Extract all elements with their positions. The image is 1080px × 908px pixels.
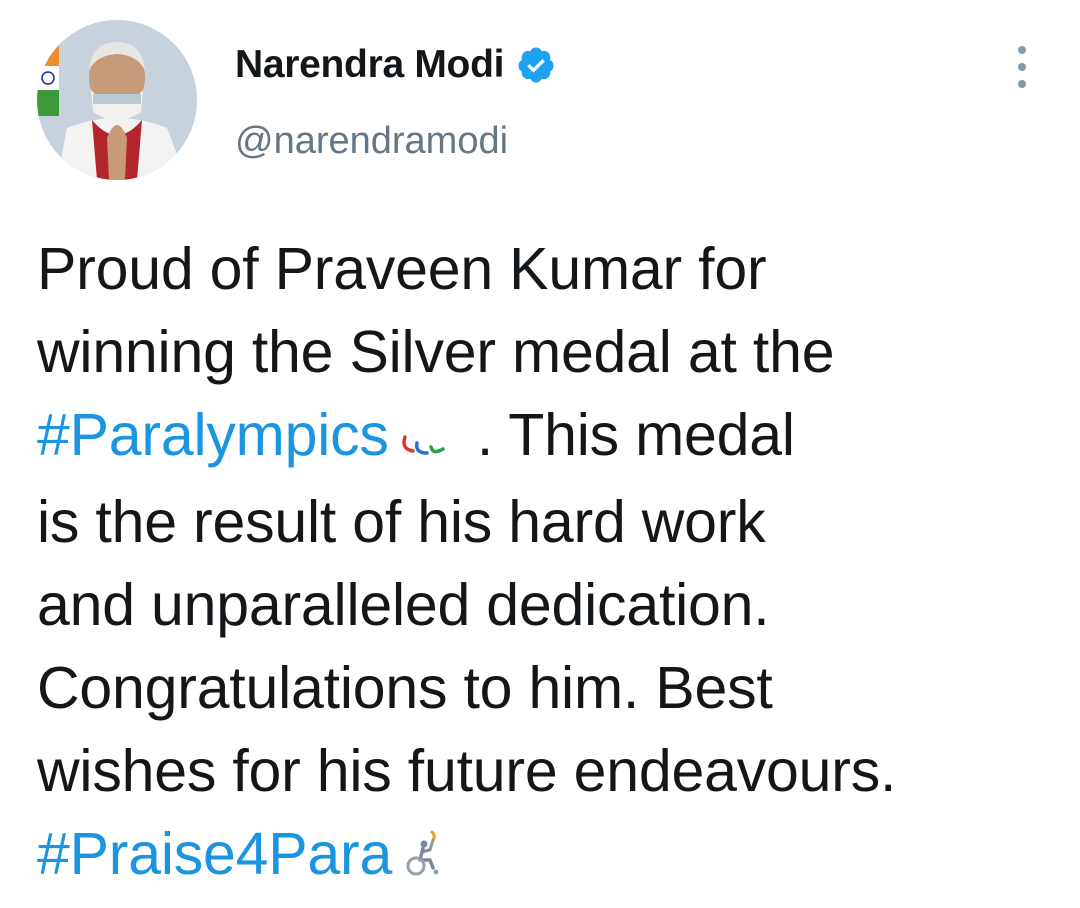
avatar-image (37, 20, 197, 180)
more-dot (1018, 46, 1026, 54)
hashtag-paralympics[interactable]: #Paralympics (37, 402, 389, 468)
tweet-line: Proud of Praveen Kumar for (37, 236, 767, 302)
author-handle[interactable]: @narendramodi (235, 120, 556, 163)
tweet-line: winning the Silver medal at the (37, 319, 835, 385)
tweet-author: Narendra Modi @narendramodi (235, 40, 556, 163)
more-dot (1018, 80, 1026, 88)
tweet-line: and unparalleled dedication. (37, 571, 770, 638)
avatar[interactable] (37, 20, 197, 180)
name-row: Narendra Modi (235, 40, 556, 90)
verified-badge-icon (516, 45, 556, 85)
author-display-name[interactable]: Narendra Modi (235, 43, 504, 87)
more-dot (1018, 63, 1026, 71)
tweet-line: #Praise4Para (37, 813, 1047, 900)
tweet-line: is the result of his hard work (37, 488, 766, 555)
tweet-card: Narendra Modi @narendramodi Proud of Pra… (0, 0, 1080, 908)
more-options-icon[interactable] (1014, 46, 1030, 88)
tweet-line: Congratulations to him. Best (37, 654, 773, 721)
tweet-text: Proud of Praveen Kumar for winning the S… (37, 228, 1047, 900)
tweet-line: wishes for his future endeavours. (37, 737, 897, 804)
hashtag-praise4para[interactable]: #Praise4Para (37, 821, 392, 887)
tweet-line-text: . This medal (476, 402, 795, 468)
paralympics-agitos-icon (399, 398, 455, 481)
wheelchair-torch-icon (402, 817, 446, 900)
tweet-line: #Paralympics . This medal (37, 394, 1047, 481)
